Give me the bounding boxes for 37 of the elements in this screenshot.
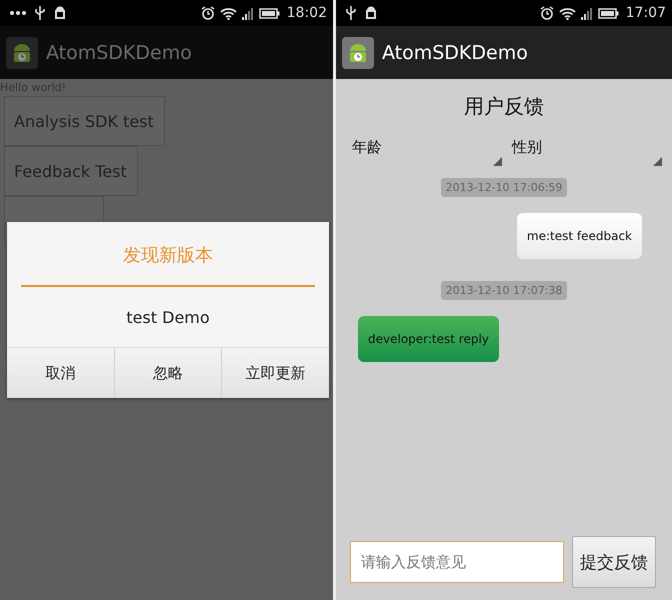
alarm-icon (200, 6, 215, 20)
app-icon (6, 36, 38, 68)
page-title: 用户反馈 (463, 93, 545, 120)
timestamp: 2013-12-10 17:06:59 (440, 178, 568, 197)
message-bubble: me:test feedback (516, 213, 642, 259)
submit-button[interactable]: 提交反馈 (572, 536, 656, 588)
wifi-icon (220, 6, 237, 20)
dialog-button[interactable]: 忽略 (114, 348, 222, 398)
timestamp: 2013-12-10 17:07:38 (440, 281, 568, 300)
usb-icon (35, 6, 45, 20)
dropdown[interactable]: 性别 (512, 134, 662, 168)
dropdown-label: 性别 (512, 138, 542, 156)
dropdown[interactable]: 年龄 (352, 134, 502, 168)
battery-icon (258, 8, 280, 18)
message-bubble: developer:test reply (358, 316, 499, 362)
battery-icon (598, 8, 619, 18)
clock-time: 18:02 (286, 5, 327, 21)
app-title: AtomSDKDemo (382, 42, 528, 64)
android-debug-icon (365, 6, 377, 20)
dialog-button[interactable]: 取消 (7, 348, 115, 398)
dialog-title: 发现新版本 (122, 244, 214, 268)
signal-icon (242, 6, 254, 20)
dialog-button[interactable]: 立即更新 (222, 348, 330, 398)
dropdown-corner-icon (493, 157, 502, 166)
wifi-icon (558, 6, 576, 20)
more-dots-icon (10, 11, 26, 15)
usb-icon (346, 6, 356, 20)
alarm-icon (540, 6, 554, 20)
clock-time: 17:07 (626, 5, 666, 21)
dropdown-corner-icon (653, 157, 662, 166)
feedback-input[interactable]: 请输入反馈意见 (350, 541, 564, 583)
signal-icon (580, 6, 593, 20)
dialog-message: test Demo (125, 307, 211, 329)
app-icon (342, 36, 374, 68)
app-title: AtomSDKDemo (46, 42, 192, 64)
dropdown-label: 年龄 (352, 138, 382, 156)
android-debug-icon (54, 6, 66, 20)
